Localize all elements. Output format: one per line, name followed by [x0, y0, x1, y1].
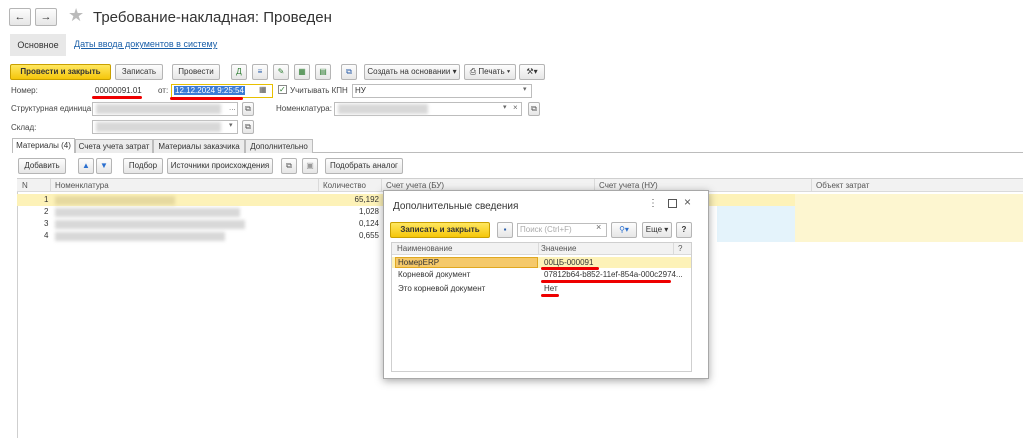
redacted-value	[55, 220, 245, 229]
post-and-close-button[interactable]: Провести и закрыть	[10, 64, 111, 80]
pick-analog-button[interactable]: Подобрать аналог	[325, 158, 403, 174]
forward-button[interactable]: →	[35, 8, 57, 26]
select-button[interactable]: Подбор	[123, 158, 163, 174]
clear-icon[interactable]: ×	[596, 222, 601, 232]
page-title: Требование-накладная: Проведен	[93, 9, 332, 26]
search-input[interactable]: Поиск (Ctrl+F)	[517, 223, 607, 237]
document-list-icon[interactable]: ≡	[252, 64, 268, 80]
date-field[interactable]: 12.12.2024 9:25:54	[171, 84, 273, 98]
kpn-label: Учитывать КПН	[290, 86, 348, 95]
related-docs-icon[interactable]: ⧉	[341, 64, 357, 80]
dialog-title: Дополнительные сведения	[393, 201, 519, 212]
more-icon[interactable]: ...	[229, 103, 236, 112]
structure-icon[interactable]: ▤	[315, 64, 331, 80]
open-icon[interactable]: ⧉	[242, 120, 254, 134]
save-disk-icon[interactable]: ▪	[497, 222, 513, 238]
close-icon[interactable]: ×	[684, 195, 691, 209]
edit-pencil-icon[interactable]: ✎	[273, 64, 289, 80]
column-header[interactable]: N	[19, 180, 28, 192]
arrow-left-icon: ←	[14, 11, 26, 23]
column-header[interactable]: Объект затрат	[813, 180, 869, 192]
column-header[interactable]: Значение	[541, 244, 576, 253]
red-underline	[541, 294, 559, 297]
clear-icon[interactable]: ×	[513, 103, 518, 112]
date-label: от:	[158, 86, 169, 95]
column-header[interactable]: Наименование	[397, 244, 452, 253]
search-icon: ⚲	[619, 225, 625, 234]
print-button[interactable]: ⎙ Печать ▾	[464, 64, 516, 80]
create-based-on-button[interactable]: Создать на основании ▾	[364, 64, 460, 80]
column-header[interactable]: ?	[678, 244, 682, 253]
save-and-close-button[interactable]: Записать и закрыть	[390, 222, 490, 238]
back-button[interactable]: ←	[9, 8, 31, 26]
red-underline	[92, 96, 142, 99]
dropdown-icon: ▾	[452, 67, 457, 76]
move-up-icon[interactable]: ▲	[78, 158, 94, 174]
tab-additional[interactable]: Дополнительно	[245, 139, 313, 153]
kpn-select[interactable]: НУ	[352, 84, 532, 98]
dropdown-icon[interactable]: ▾	[229, 121, 233, 129]
number-label: Номер:	[11, 86, 38, 95]
redacted-value	[96, 122, 221, 132]
copy-icon[interactable]: ⧉	[281, 158, 297, 174]
redacted-value	[55, 196, 175, 205]
settings-button[interactable]: ⚒▾	[519, 64, 545, 80]
more-button[interactable]: Еще ▾	[642, 222, 672, 238]
input-dates-link[interactable]: Даты ввода документов в систему	[74, 39, 217, 49]
tools-icon: ⚒	[526, 67, 534, 76]
redacted-value	[96, 104, 221, 114]
tab-main[interactable]: Основное	[10, 34, 66, 56]
kpn-checkbox[interactable]: ✓	[278, 85, 287, 94]
redacted-value	[55, 232, 225, 241]
move-down-icon[interactable]: ▼	[96, 158, 112, 174]
help-button[interactable]: ?	[676, 222, 692, 238]
tab-cost-accounts[interactable]: Счета учета затрат	[75, 139, 153, 153]
column-header[interactable]: Количество	[320, 180, 366, 192]
favorite-star-icon[interactable]: ★	[68, 5, 84, 26]
nomenclature-label: Номенклатура:	[276, 104, 332, 113]
menu-icon[interactable]: ⋮	[648, 198, 658, 209]
maximize-icon[interactable]	[668, 199, 677, 208]
tab-materials[interactable]: Материалы (4)	[12, 138, 75, 153]
arrow-right-icon: →	[40, 11, 52, 23]
tab-customer-materials[interactable]: Материалы заказчика	[153, 139, 245, 153]
paste-icon[interactable]: ▣	[302, 158, 318, 174]
unit-label: Структурная единица:	[11, 104, 94, 113]
open-icon[interactable]: ⧉	[242, 102, 254, 116]
redacted-value	[338, 104, 428, 114]
dropdown-icon[interactable]: ▾	[503, 103, 507, 111]
search-button[interactable]: ⚲▾	[611, 222, 637, 238]
open-icon[interactable]: ⧉	[528, 102, 540, 116]
report-icon[interactable]: ▦	[294, 64, 310, 80]
dt-kt-icon[interactable]: Д	[231, 64, 247, 80]
red-underline	[170, 97, 243, 100]
sources-button[interactable]: Источники происхождения	[167, 158, 273, 174]
printer-icon: ⎙	[469, 67, 477, 76]
add-button[interactable]: Добавить	[18, 158, 66, 174]
warehouse-label: Склад:	[11, 123, 37, 132]
save-button[interactable]: Записать	[115, 64, 163, 80]
dropdown-icon[interactable]: ▾	[523, 85, 527, 93]
additional-info-dialog: Дополнительные сведения ⋮ × Записать и з…	[383, 190, 709, 379]
calendar-icon[interactable]: ▦	[259, 85, 267, 94]
column-header[interactable]: Номенклатура	[52, 180, 109, 192]
redacted-value	[55, 208, 240, 217]
post-button[interactable]: Провести	[172, 64, 220, 80]
